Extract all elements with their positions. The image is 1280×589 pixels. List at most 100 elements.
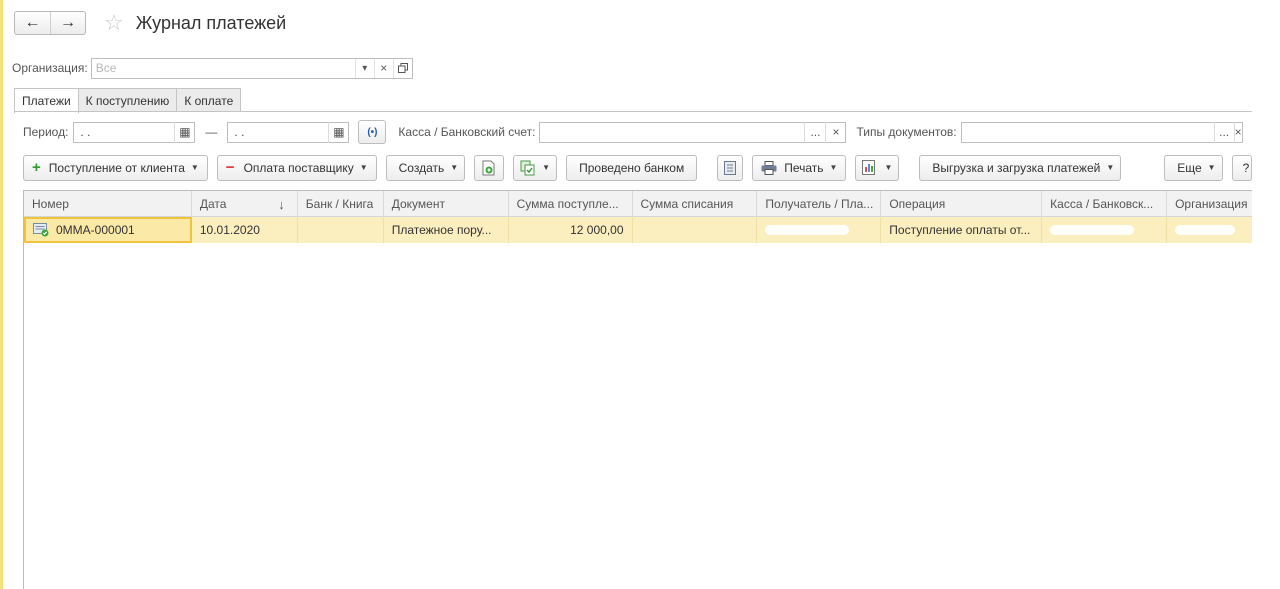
arrow-left-icon: ← [24, 14, 41, 31]
caret-down-icon: ▼ [1106, 163, 1115, 172]
select-dots-button[interactable]: ... [1213, 121, 1234, 143]
date-to-value: . . [234, 125, 245, 139]
clear-icon[interactable]: × [825, 121, 845, 143]
plus-icon: + [32, 159, 41, 176]
period-icon: (•) [367, 126, 378, 138]
open-icon[interactable] [392, 58, 412, 78]
tab-to-receive[interactable]: К поступлению [77, 88, 178, 112]
print-button[interactable]: Печать ▼ [752, 154, 847, 181]
kassa-field[interactable]: ... × [539, 121, 847, 143]
caret-down-icon: ▼ [359, 163, 368, 172]
payments-table: Номер Дата ↓ Банк / Книга Документ Сумма… [23, 190, 1252, 589]
organization-label: Организация: [12, 61, 88, 75]
column-header-document[interactable]: Документ [384, 191, 509, 217]
date-from-field[interactable]: . . ▦ [73, 121, 196, 143]
organization-filter: Организация: Все ▾ × [12, 57, 413, 79]
bank-processed-label: Проведено банком [579, 160, 685, 175]
more-button[interactable]: Еще ▼ [1164, 154, 1223, 181]
document-add-icon [482, 160, 495, 175]
column-header-number[interactable]: Номер [24, 191, 192, 217]
organization-field[interactable]: Все ▾ × [90, 57, 413, 79]
column-header-date[interactable]: Дата ↓ [192, 191, 298, 217]
column-header-organization[interactable]: Организация [1167, 191, 1252, 217]
reports-button[interactable]: ▼ [855, 154, 900, 181]
tab-payments[interactable]: Платежи [14, 88, 79, 113]
cell-number-text: 0ММА-000001 [56, 223, 135, 237]
payment-to-supplier-button[interactable]: − Оплата поставщику ▼ [216, 154, 377, 181]
cell-income[interactable]: 12 000,00 [509, 217, 633, 243]
title-bar: ← → ☆ Журнал платежей [14, 10, 286, 36]
tab-to-pay[interactable]: К оплате [176, 88, 242, 112]
column-header-operation[interactable]: Операция [881, 191, 1043, 217]
sort-descending-icon: ↓ [278, 196, 285, 212]
cell-date[interactable]: 10.01.2020 [192, 217, 298, 243]
report-icon [862, 159, 876, 175]
period-select-button[interactable]: (•) [358, 120, 387, 144]
export-import-payments-button[interactable]: Выгрузка и загрузка платежей ▼ [919, 154, 1122, 181]
column-header-expense[interactable]: Сумма списания [633, 191, 758, 217]
cell-operation[interactable]: Поступление оплаты от... [881, 217, 1043, 243]
cell-kassa[interactable] [1042, 217, 1168, 243]
caret-down-icon: ▼ [450, 163, 459, 172]
back-button[interactable]: ← [15, 12, 50, 34]
calendar-icon[interactable]: ▦ [328, 121, 348, 143]
payment-to-supplier-label: Оплата поставщику [243, 160, 354, 175]
organization-placeholder: Все [95, 61, 117, 75]
tab-underline [14, 111, 1252, 112]
table-header: Номер Дата ↓ Банк / Книга Документ Сумма… [24, 191, 1252, 217]
calendar-icon[interactable]: ▦ [174, 121, 194, 143]
forward-button[interactable]: → [50, 12, 85, 34]
create-label: Создать [398, 160, 445, 175]
caret-down-icon: ▼ [884, 163, 893, 172]
redaction-mark [1050, 225, 1135, 235]
column-header-bank[interactable]: Банк / Книга [298, 191, 384, 217]
navigation-buttons: ← → [14, 11, 86, 35]
filter-row: Период: . . ▦ — . . ▦ (•) Касса / Банков… [23, 120, 1243, 144]
receipt-from-client-label: Поступление от клиента [48, 160, 185, 175]
doc-types-label: Типы документов: [856, 125, 957, 139]
column-header-income[interactable]: Сумма поступле... [509, 191, 633, 217]
cell-number[interactable]: 0ММА-000001 [24, 217, 192, 243]
select-dots-button[interactable]: ... [804, 121, 825, 143]
more-label: Еще [1177, 160, 1202, 175]
date-to-field[interactable]: . . ▦ [227, 121, 350, 143]
help-label: ? [1242, 160, 1250, 175]
copy-document-button[interactable] [474, 154, 505, 181]
cell-expense[interactable] [633, 217, 758, 243]
bank-processed-button[interactable]: Проведено банком [566, 154, 698, 181]
cell-bank[interactable] [298, 217, 384, 243]
documents-based-on-button[interactable]: ▼ [513, 154, 558, 181]
caret-down-icon: ▼ [1207, 163, 1216, 172]
column-header-date-label: Дата [199, 197, 227, 211]
help-button[interactable]: ? [1231, 154, 1252, 181]
list-settings-button[interactable] [717, 154, 744, 181]
clear-icon[interactable]: × [373, 58, 393, 78]
column-header-recipient[interactable]: Получатель / Пла... [757, 191, 882, 217]
cell-document[interactable]: Платежное пору... [384, 217, 509, 243]
redaction-mark [1175, 225, 1236, 235]
cell-recipient[interactable] [757, 217, 882, 243]
period-dash: — [205, 125, 218, 139]
caret-down-icon: ▼ [829, 163, 838, 172]
list-icon [724, 160, 737, 175]
favorite-star-icon[interactable]: ☆ [104, 12, 124, 34]
create-button[interactable]: Создать ▼ [385, 154, 466, 181]
doc-types-field[interactable]: ... × [960, 121, 1243, 143]
related-documents-icon [520, 160, 535, 175]
caret-down-icon: ▼ [190, 163, 199, 172]
command-bar: + Поступление от клиента ▼ − Оплата пост… [23, 154, 1252, 181]
date-from-value: . . [80, 125, 91, 139]
table-row[interactable]: 0ММА-000001 10.01.2020 Платежное пору...… [24, 217, 1252, 243]
column-header-kassa[interactable]: Касса / Банковск... [1042, 191, 1168, 217]
cell-organization[interactable] [1167, 217, 1252, 243]
clear-icon[interactable]: × [1233, 121, 1242, 143]
period-label: Период: [23, 125, 69, 139]
caret-down-icon: ▼ [542, 163, 551, 172]
arrow-right-icon: → [60, 14, 76, 31]
receipt-from-client-button[interactable]: + Поступление от клиента ▼ [23, 154, 208, 181]
redaction-mark [765, 225, 850, 235]
dropdown-arrow-icon[interactable]: ▾ [354, 58, 374, 78]
minus-icon: − [225, 159, 235, 176]
tab-bar: Платежи К поступлению К оплате [14, 88, 242, 113]
export-import-label: Выгрузка и загрузка платежей [932, 160, 1101, 175]
